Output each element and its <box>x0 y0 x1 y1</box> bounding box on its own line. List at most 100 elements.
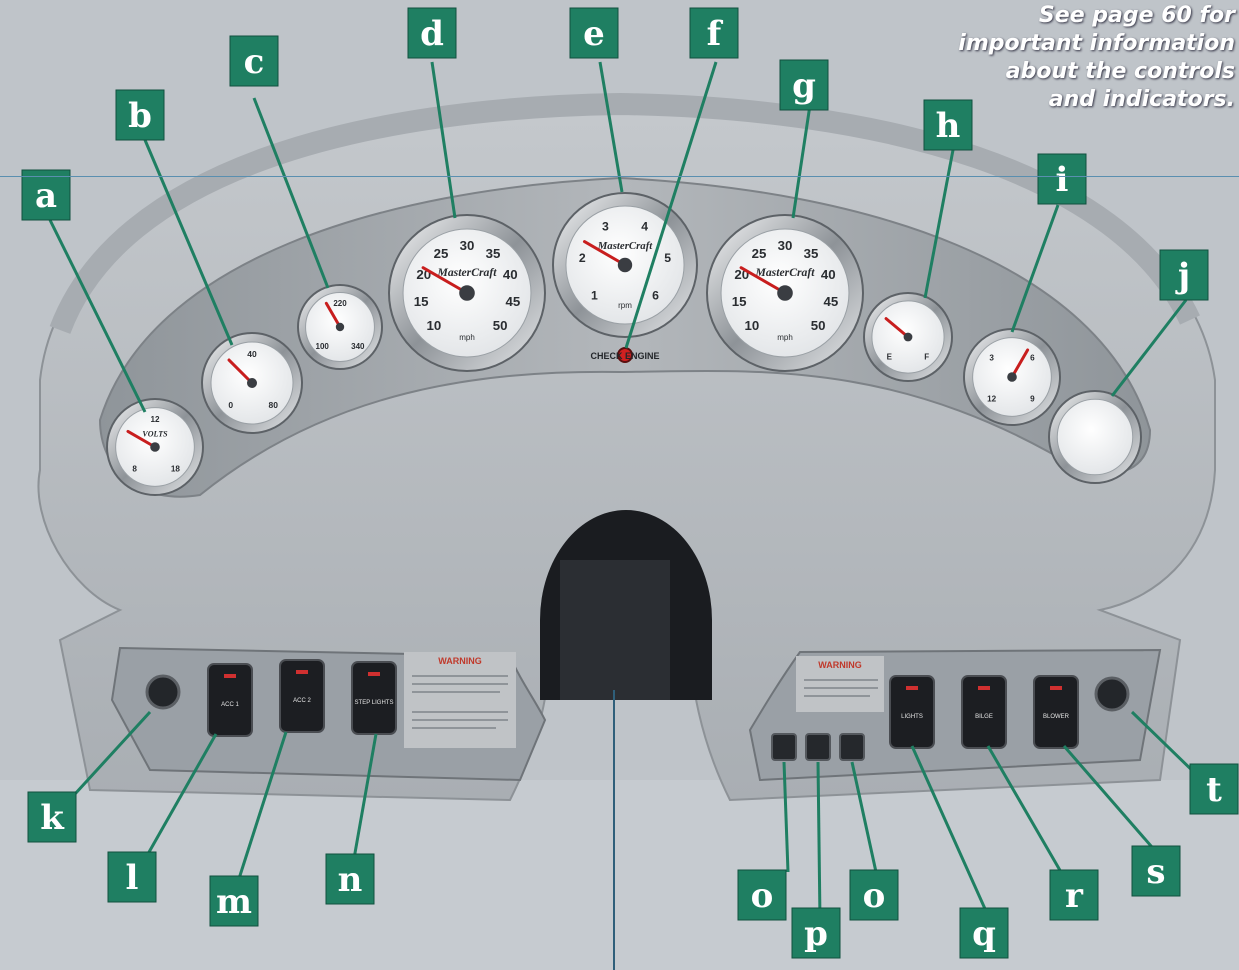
knob-t[interactable] <box>1094 676 1130 712</box>
gauge-g-tick-label: 25 <box>752 246 767 261</box>
gauge-e-hub <box>617 257 633 273</box>
callout-o2: o <box>849 869 899 921</box>
callout-t: t <box>1189 763 1239 815</box>
gauge-e-unit: rpm <box>618 301 632 310</box>
gauge-i-tick-label: 9 <box>1030 394 1035 403</box>
gauge-g-tick-label: 15 <box>732 294 747 309</box>
gauge-i-tick-label: 3 <box>989 354 994 363</box>
rocker-switch-m-indicator <box>296 670 308 674</box>
callout-j-letter: j <box>1175 256 1190 296</box>
gauge-d-tick-label: 40 <box>503 267 518 282</box>
gauge-b-hub <box>247 378 257 388</box>
switch-l[interactable]: ACC 1 <box>207 663 253 737</box>
callout-d-letter: d <box>420 14 444 54</box>
gauge-g-unit: mph <box>777 333 793 342</box>
page-guide-line <box>0 176 1239 177</box>
gauge-d-tick-label: 15 <box>414 294 429 309</box>
switch-m[interactable]: ACC 2 <box>279 659 325 733</box>
callout-q: q <box>959 907 1009 959</box>
callout-p: p <box>791 907 841 959</box>
callout-n-letter: n <box>338 860 363 900</box>
reference-note-line-4: and indicators. <box>1048 87 1235 112</box>
callout-f-letter: f <box>707 14 724 54</box>
rocker-switch-s-label: BLOWER <box>1043 714 1070 720</box>
mini-switch-p[interactable] <box>805 733 831 761</box>
gauge-b-tick-label: 80 <box>268 400 278 410</box>
gauge-a-tick-label: 8 <box>132 464 137 473</box>
gauge-e-tick-label: 1 <box>591 289 598 303</box>
callout-o2-letter: o <box>863 876 886 916</box>
rocker-switch-r-indicator <box>978 686 990 690</box>
callout-k: k <box>27 791 77 843</box>
rocker-switch-l-label: ACC 1 <box>221 702 239 708</box>
gauge-h: EF <box>863 292 953 382</box>
gauge-g-tick-label: 35 <box>804 246 819 261</box>
callout-l: l <box>107 851 157 903</box>
dash-diagram: WARNING WARNING 81218VOLTS04080100220340… <box>0 0 1239 970</box>
gauge-h-tick-label: E <box>887 353 893 362</box>
rocker-switch-n-indicator <box>368 672 380 676</box>
gauge-g-hub <box>777 285 793 301</box>
callout-a-letter: a <box>35 176 57 216</box>
gauge-d-hub <box>459 285 475 301</box>
gauge-b-tick-label: 40 <box>247 349 257 359</box>
gauge-g-tick-label: 50 <box>811 318 826 333</box>
gauge-b-tick-label: 0 <box>228 400 233 410</box>
rocker-switch-r-label: BILGE <box>975 714 993 720</box>
rocker-switch-s-indicator <box>1050 686 1062 690</box>
gauge-d-tick-label: 30 <box>460 238 475 253</box>
gauge-d-brand: MasterCraft <box>436 266 497 279</box>
gauge-i-hub <box>1007 372 1017 382</box>
callout-i: i <box>1037 153 1087 205</box>
callout-d: d <box>407 7 457 59</box>
gauge-d: 101520253035404550MasterCraftmph <box>388 214 546 372</box>
gauge-d-tick-label: 45 <box>506 294 521 309</box>
gauge-a-brand: VOLTS <box>142 429 168 438</box>
rocker-switch-m-label: ACC 2 <box>293 698 311 704</box>
callout-j: j <box>1159 249 1209 301</box>
gauge-j <box>1048 390 1142 484</box>
gauge-a-tick-label: 18 <box>171 464 181 473</box>
callout-c: c <box>229 35 279 87</box>
mini-switch-o2[interactable] <box>839 733 865 761</box>
gauge-a-tick-label: 12 <box>150 415 160 424</box>
gauge-g: 101520253035404550MasterCraftmph <box>706 214 864 372</box>
rocker-switch-n-label: STEP LIGHTS <box>355 700 394 706</box>
left-warning-decal <box>404 652 516 748</box>
callout-s: s <box>1131 845 1181 897</box>
gauge-d-tick-label: 35 <box>486 246 501 261</box>
mini-switch-o1[interactable] <box>771 733 797 761</box>
gauge-a: 8 12 18 VOLTS <box>106 398 204 496</box>
gauge-e-brand: MasterCraft <box>597 240 654 252</box>
callout-p-letter: p <box>804 914 828 954</box>
switch-s[interactable]: BLOWER <box>1033 675 1079 749</box>
switch-n[interactable]: STEP LIGHTS <box>351 661 397 735</box>
gauge-i-tick-label: 12 <box>987 394 997 403</box>
reference-note: See page 60 for important information ab… <box>875 2 1235 114</box>
switch-r[interactable]: BILGE <box>961 675 1007 749</box>
callout-a: a <box>21 169 71 221</box>
reference-note-line-2: important information <box>958 31 1235 56</box>
callout-c-letter: c <box>244 42 265 82</box>
gauge-e-tick-label: 6 <box>652 289 659 303</box>
gauge-g-tick-label: 10 <box>745 318 760 333</box>
callout-t-letter: t <box>1206 770 1222 810</box>
gauge-i-tick-label: 6 <box>1030 354 1035 363</box>
gauge-g-tick-label: 45 <box>824 294 839 309</box>
gauge-b: 0 40 80 <box>201 332 303 434</box>
gauge-d-tick-label: 25 <box>434 246 449 261</box>
callout-s-letter: s <box>1146 852 1165 892</box>
callout-g-letter: g <box>792 66 816 106</box>
leader-line-p <box>816 761 822 921</box>
callout-f: f <box>689 7 739 59</box>
callout-l-letter: l <box>126 858 139 898</box>
gauge-i: 12 3 6 9 <box>963 328 1061 426</box>
knob-k[interactable] <box>145 674 181 710</box>
rocker-switch-l-indicator <box>224 674 236 678</box>
callout-b: b <box>115 89 165 141</box>
callout-o1-letter: o <box>751 876 774 916</box>
gauge-e: 1 2 3 4 5 6 MasterCraft rpm <box>552 192 698 338</box>
gauge-j-face <box>1056 398 1134 476</box>
gauge-g-brand: MasterCraft <box>754 266 815 279</box>
switch-q[interactable]: LIGHTS <box>889 675 935 749</box>
